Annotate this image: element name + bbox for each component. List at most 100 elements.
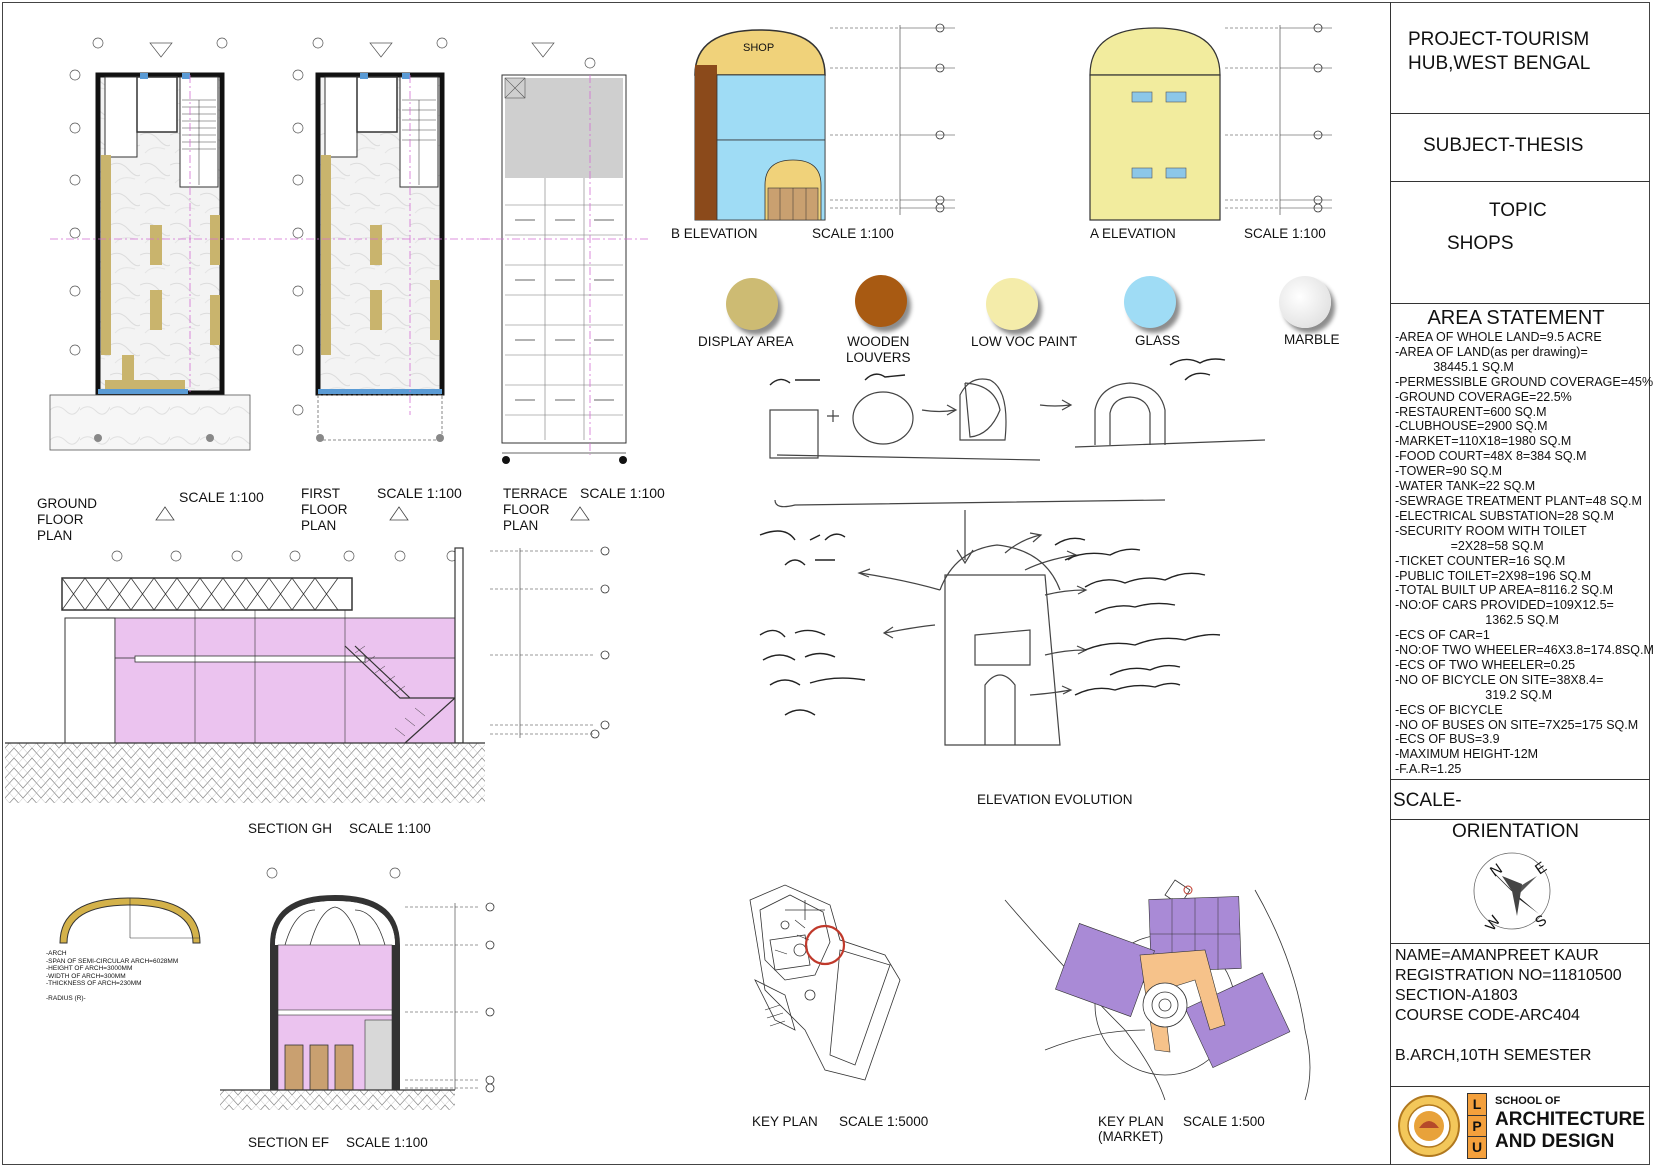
student-section: SECTION-A1803	[1395, 987, 1518, 1004]
arch-note: -ARCH	[46, 950, 67, 957]
area-statement-item: -GROUND COVERAGE=22.5%	[1395, 389, 1572, 404]
swatch-display-area-label: DISPLAY AREA	[698, 334, 794, 349]
b-elevation-title: B ELEVATION	[671, 226, 758, 241]
title-block: PROJECT-TOURISM HUB,WEST BENGAL SUBJECT-…	[1390, 2, 1654, 1165]
area-statement-item: -F.A.R=1.25	[1395, 762, 1462, 777]
arch-note: -THICKNESS OF ARCH=230MM	[46, 980, 142, 987]
area-statement-item: -MARKET=110X18=1980 SQ.M	[1395, 434, 1572, 449]
swatch-wooden-louvers	[855, 275, 907, 327]
area-statement-item: -PERMESSIBLE GROUND COVERAGE=45%	[1395, 374, 1654, 389]
a-elevation-title: A ELEVATION	[1090, 226, 1176, 241]
area-statement-item: -WATER TANK=22 SQ.M	[1395, 479, 1536, 494]
first-floor-plan-drawing	[290, 37, 490, 442]
subject-cell: SUBJECT-THESIS	[1391, 114, 1650, 182]
project-cell: PROJECT-TOURISM HUB,WEST BENGAL	[1391, 2, 1650, 114]
area-statement-item: -MAXIMUM HEIGHT-12M	[1395, 747, 1539, 762]
area-statement-item: 1362.5 SQ.M	[1395, 613, 1559, 628]
area-statement-item: -ECS OF TWO WHEELER=0.25	[1395, 657, 1576, 672]
area-statement-item: -SEWRAGE TREATMENT PLANT=48 SQ.M	[1395, 493, 1642, 508]
orientation-label: ORIENTATION	[1452, 821, 1580, 842]
area-statement-item: -TICKET COUNTER=16 SQ.M	[1395, 553, 1566, 568]
lpu-letter: U	[1467, 1137, 1487, 1160]
area-statement-cell: AREA STATEMENT -AREA OF WHOLE LAND=9.5 A…	[1391, 304, 1654, 780]
key-plan-market-scale: SCALE 1:500	[1183, 1114, 1265, 1129]
ground-floor-plan-title: GROUND FLOOR PLAN	[37, 496, 97, 543]
terrace-floor-plan-drawing	[480, 42, 650, 464]
subject-title: SUBJECT-THESIS	[1423, 135, 1584, 156]
area-statement-item: -AREA OF LAND(as per drawing)=	[1395, 344, 1588, 359]
swatch-display-area	[726, 278, 778, 330]
area-statement-item: -TOWER=90 SQ.M	[1395, 464, 1503, 479]
student-name: NAME=AMANPREET KAUR	[1395, 947, 1599, 964]
section-gh-title: SECTION GH	[248, 821, 333, 836]
area-statement-item: -RESTAURENT=600 SQ.M	[1395, 404, 1547, 419]
swatch-low-voc-paint-label: LOW VOC PAINT	[971, 334, 1078, 349]
key-plan-site-title: KEY PLAN	[752, 1114, 818, 1129]
section-ef-drawing	[220, 867, 495, 1110]
a-elevation-scale: SCALE 1:100	[1244, 226, 1326, 241]
section-ef-title: SECTION EF	[248, 1135, 330, 1150]
lpu-letter: L	[1467, 1093, 1487, 1116]
section-gh-scale: SCALE 1:100	[349, 821, 431, 836]
swatch-glass	[1124, 276, 1176, 328]
scale-cell: SCALE-	[1391, 780, 1650, 820]
area-statement-item: -NO OF BICYCLE ON SITE=38X8.4=	[1395, 672, 1604, 687]
area-statement-item: -PUBLIC TOILET=2X98=196 SQ.M	[1395, 568, 1592, 583]
school-name-line2: ARCHITECTURE	[1495, 1109, 1645, 1130]
student-details: NAME=AMANPREET KAUR REGISTRATION NO=1181…	[1395, 946, 1622, 1066]
area-statement-item: -NO:OF CARS PROVIDED=109X12.5=	[1395, 598, 1614, 613]
terrace-floor-plan-title: TERRACE FLOOR PLAN	[503, 486, 568, 533]
university-seal-icon	[1398, 1095, 1460, 1157]
elevation-evolution-title: ELEVATION EVOLUTION	[977, 792, 1133, 807]
student-program: B.ARCH,10TH SEMESTER	[1395, 1047, 1592, 1064]
area-statement-item: -ELECTRICAL SUBSTATION=28 SQ.M	[1395, 508, 1614, 523]
first-floor-plan-title: FIRST FLOOR PLAN	[301, 486, 348, 533]
student-course-code: COURSE CODE-ARC404	[1395, 1007, 1580, 1024]
topic-label: TOPIC	[1489, 200, 1547, 221]
school-name-line3: AND DESIGN	[1495, 1131, 1615, 1152]
student-registration: REGISTRATION NO=11810500	[1395, 967, 1622, 984]
swatch-glass-label: GLASS	[1135, 333, 1181, 348]
swatch-low-voc-paint	[986, 278, 1038, 330]
area-statement-item: -ECS OF BICYCLE	[1395, 702, 1503, 717]
project-title: PROJECT-TOURISM HUB,WEST BENGAL	[1408, 29, 1591, 74]
area-statement-item: -SECURITY ROOM WITH TOILET	[1395, 523, 1587, 538]
orientation-cell: ORIENTATION N E S W	[1391, 820, 1650, 944]
topic-value: SHOPS	[1447, 233, 1514, 254]
arch-note: -HEIGHT OF ARCH=3000MM	[46, 965, 133, 972]
area-statement-item: -AREA OF WHOLE LAND=9.5 ACRE	[1395, 330, 1602, 344]
arch-note: -RADIUS (R)-	[46, 995, 86, 1002]
area-statement-item: -NO OF BUSES ON SITE=7X25=175 SQ.M	[1395, 717, 1639, 732]
section-gh-drawing	[5, 546, 610, 803]
key-plan-market-drawing	[1004, 879, 1311, 1101]
arch-notes: -ARCH -SPAN OF SEMI-CIRCULAR ARCH=6028MM…	[46, 950, 178, 1003]
ground-floor-section-marker	[155, 506, 175, 521]
scale-label: SCALE-	[1393, 790, 1462, 811]
a-elevation-drawing	[1089, 23, 1332, 221]
b-elevation-drawing	[694, 23, 955, 221]
area-statement-item: -NO:OF TWO WHEELER=46X3.8=174.8SQ.M	[1395, 643, 1654, 658]
area-statement-item: -ECS OF CAR=1	[1395, 628, 1490, 643]
swatch-wooden-louvers-label: WOODEN LOUVERS	[846, 334, 911, 366]
area-statement-item: =2X28=58 SQ.M	[1395, 538, 1544, 553]
area-statement-item: 319.2 SQ.M	[1395, 687, 1552, 702]
area-statement-item: 38445.1 SQ.M	[1395, 359, 1514, 374]
area-statement-item: -ECS OF BUS=3.9	[1395, 732, 1500, 747]
student-cell: NAME=AMANPREET KAUR REGISTRATION NO=1181…	[1391, 944, 1650, 1087]
arch-note: -WIDTH OF ARCH=300MM	[46, 972, 126, 980]
lpu-logo-block: L P U	[1467, 1093, 1487, 1160]
area-statement-title: AREA STATEMENT	[1427, 307, 1605, 329]
swatch-marble-label: MARBLE	[1284, 332, 1340, 347]
first-floor-section-marker	[389, 506, 409, 521]
arch-detail-drawing	[59, 897, 201, 944]
key-plan-site-drawing	[749, 884, 901, 1081]
area-statement-list: -AREA OF WHOLE LAND=9.5 ACRE -AREA OF LA…	[1395, 330, 1654, 777]
area-statement-item: -FOOD COURT=48X 8=384 SQ.M	[1395, 449, 1587, 464]
area-statement-item: -CLUBHOUSE=2900 SQ.M	[1395, 419, 1548, 434]
ground-floor-plan-scale: SCALE 1:100	[179, 489, 264, 505]
arch-note: -SPAN OF SEMI-CIRCULAR ARCH=6028MM	[46, 957, 179, 965]
terrace-floor-section-marker	[570, 506, 590, 521]
topic-cell: TOPIC SHOPS	[1391, 182, 1650, 304]
b-elevation-scale: SCALE 1:100	[812, 226, 894, 241]
arch-note	[46, 988, 178, 996]
